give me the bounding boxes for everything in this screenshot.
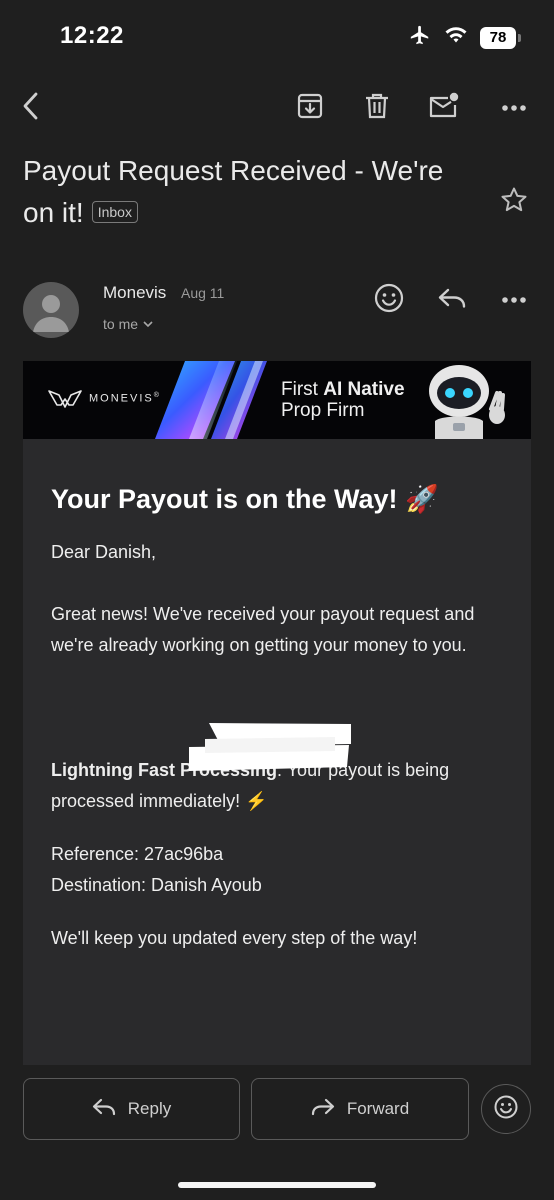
- recipient-text: to me: [103, 316, 139, 332]
- banner-tagline: First AI Native Prop Firm: [281, 379, 405, 421]
- delete-button[interactable]: [357, 88, 397, 128]
- status-time: 12:22: [60, 22, 124, 49]
- banner-graphic: [155, 361, 281, 439]
- promo-banner: MONEVIS® First AI Native Prop Firm: [23, 361, 531, 439]
- reply-label: Reply: [127, 1099, 172, 1118]
- emoji-icon: [373, 282, 405, 319]
- robot-illustration: [421, 363, 517, 439]
- more-options-button[interactable]: [494, 88, 534, 128]
- email-date: Aug 11: [181, 285, 225, 301]
- destination-text: Destination: Danish Ayoub: [51, 875, 262, 895]
- monevis-logo-icon: [47, 387, 83, 418]
- email-body: MONEVIS® First AI Native Prop Firm Your …: [23, 361, 531, 1065]
- forward-button[interactable]: Forward: [251, 1078, 469, 1140]
- status-icons: 78: [408, 24, 521, 51]
- mark-unread-icon: [428, 92, 460, 125]
- back-icon: [20, 91, 44, 126]
- archive-button[interactable]: [290, 88, 330, 128]
- greeting-text: Dear Danish,: [51, 542, 157, 562]
- sender-name[interactable]: Monevis: [103, 283, 166, 303]
- closing-text: We'll keep you updated every step of the…: [51, 928, 418, 948]
- wifi-icon: [444, 25, 468, 50]
- reply-icon: [92, 1098, 116, 1121]
- mark-unread-button[interactable]: [424, 88, 464, 128]
- subject-text: Payout Request Received - We're on it!: [23, 155, 444, 228]
- email-screen: 12:22 78 Payout Request Received - We're…: [0, 0, 554, 1200]
- emoji-icon: [493, 1094, 519, 1125]
- message-content: Your Payout is on the Way! 🚀 Dear Danish…: [23, 483, 531, 954]
- star-button[interactable]: [500, 186, 528, 219]
- chevron-down-icon: [142, 316, 154, 332]
- reference-text: Reference: 27ac96ba: [51, 844, 224, 864]
- forward-icon: [311, 1098, 335, 1121]
- star-icon: [500, 187, 528, 218]
- message-heading: Your Payout is on the Way! 🚀: [51, 484, 439, 514]
- add-reaction-button[interactable]: [369, 280, 409, 320]
- brand-name: MONEVIS®: [89, 392, 161, 405]
- email-subject: Payout Request Received - We're on it! In…: [23, 150, 463, 234]
- sender-avatar[interactable]: [23, 282, 79, 338]
- more-icon: [501, 291, 527, 309]
- redaction-mark: [187, 721, 353, 773]
- back-button[interactable]: [12, 88, 52, 128]
- message-toolbar: [0, 84, 554, 132]
- recipient-details[interactable]: to me: [103, 316, 154, 332]
- intro-paragraph: Great news! We've received your payout r…: [51, 604, 475, 655]
- trash-icon: [364, 92, 390, 125]
- battery-indicator: 78: [480, 26, 521, 49]
- home-indicator[interactable]: [178, 1182, 376, 1188]
- reaction-button[interactable]: [481, 1084, 531, 1134]
- inbox-label-badge[interactable]: Inbox: [91, 200, 138, 223]
- reply-button[interactable]: Reply: [23, 1078, 240, 1140]
- archive-icon: [296, 92, 324, 125]
- reply-quick-button[interactable]: [432, 280, 472, 320]
- reply-icon: [437, 287, 467, 314]
- status-bar: 12:22 78: [0, 0, 554, 74]
- message-more-button[interactable]: [494, 280, 534, 320]
- forward-label: Forward: [346, 1099, 410, 1118]
- airplane-icon: [408, 24, 432, 51]
- more-icon: [501, 99, 527, 117]
